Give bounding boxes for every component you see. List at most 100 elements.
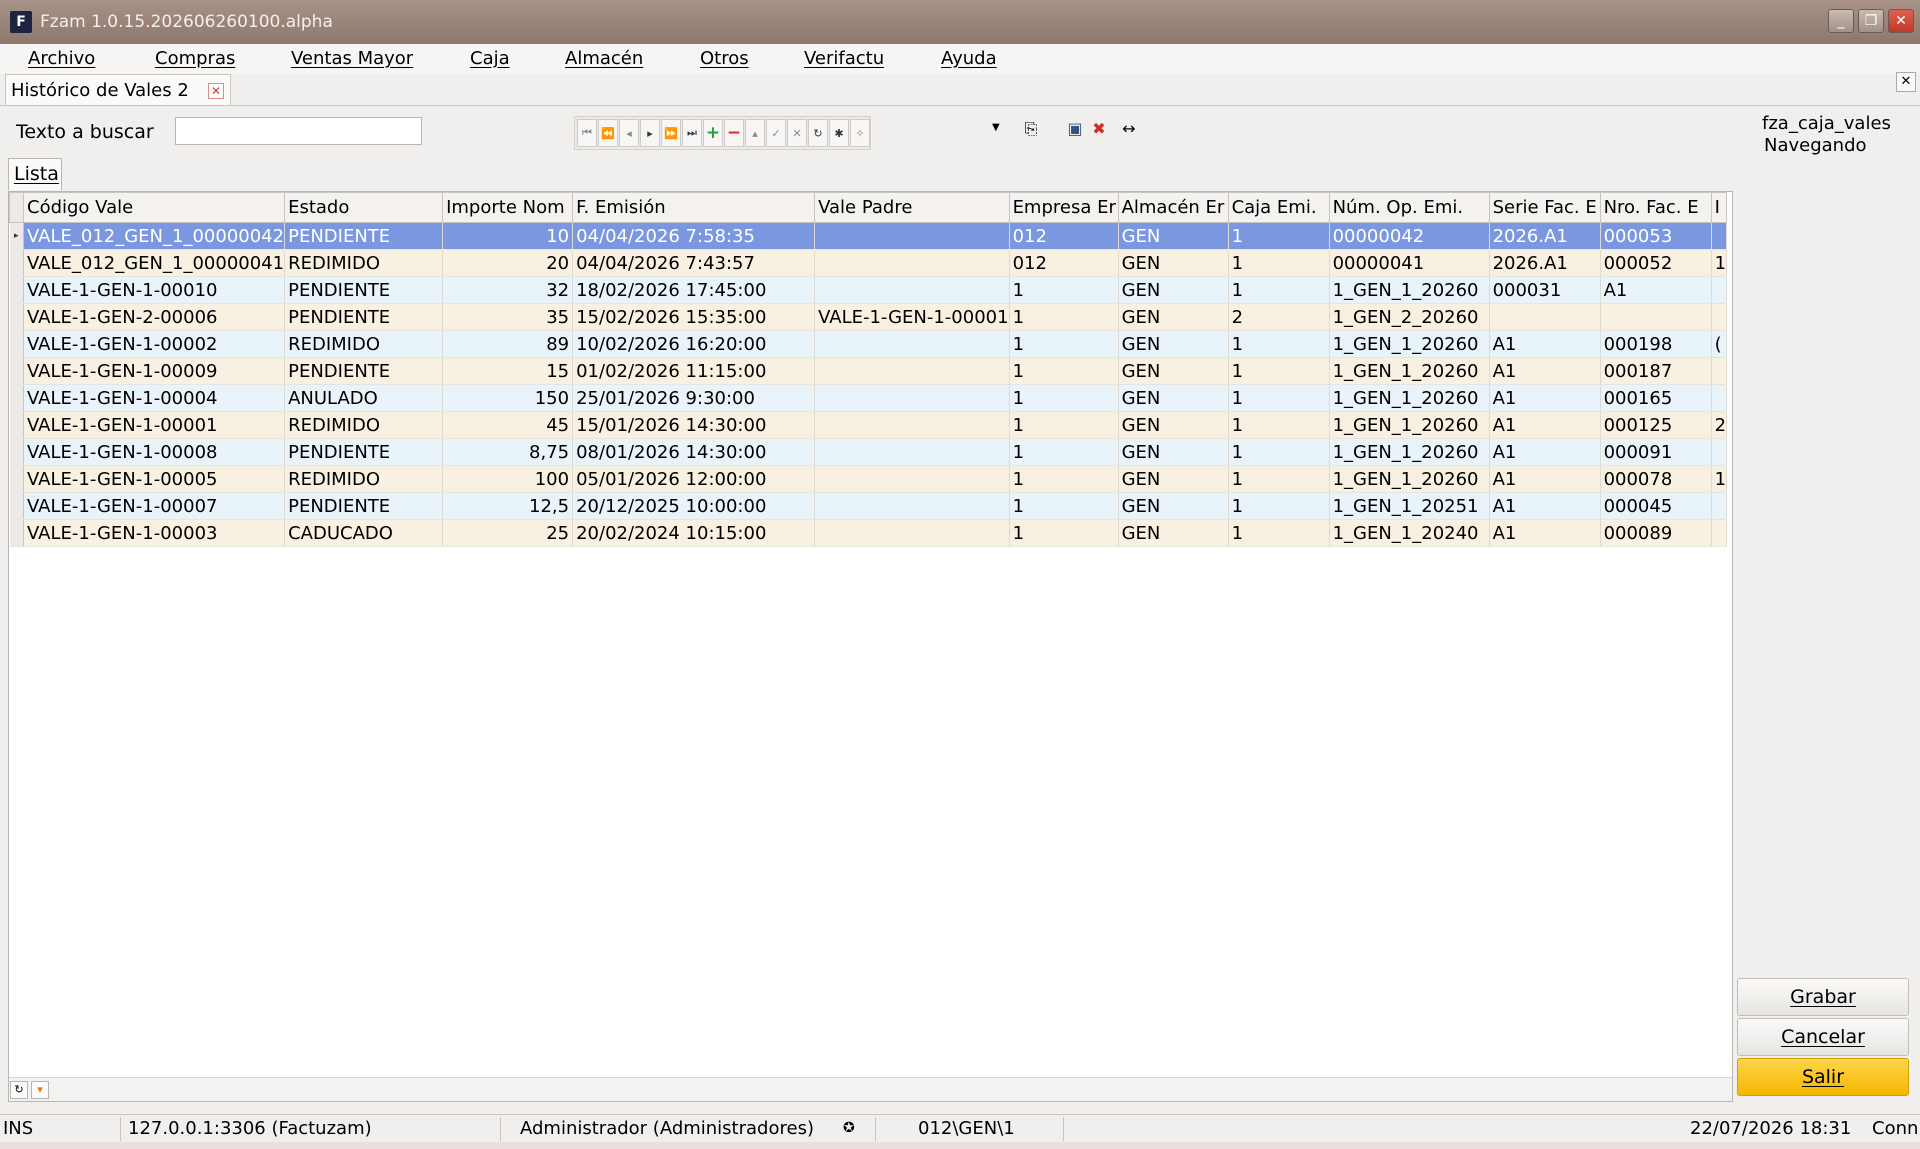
table-cell[interactable] (814, 465, 1010, 493)
table-cell[interactable]: 1_GEN_1_20260 (1329, 384, 1490, 412)
table-cell[interactable]: VALE_012_GEN_1_00000041 (23, 249, 286, 277)
table-row[interactable]: VALE-1-GEN-1-00001 REDIMIDO 45 15/01/2026 1… (9, 411, 1728, 439)
close-window-icon[interactable]: ✕ (1888, 9, 1914, 33)
table-cell[interactable]: 25/01/2026 9:30:00 (572, 384, 816, 412)
table-cell[interactable]: REDIMIDO (284, 465, 444, 493)
menu-archivo[interactable]: Archivo (28, 48, 95, 69)
table-cell[interactable]: GEN (1118, 465, 1229, 493)
table-cell[interactable] (814, 438, 1010, 466)
table-cell[interactable]: 1 (1228, 222, 1330, 250)
export-icon[interactable]: ⎘ (1020, 118, 1042, 140)
table-cell[interactable]: 1 (1228, 411, 1330, 439)
table-cell[interactable] (1711, 276, 1728, 304)
table-cell[interactable]: 1 (1009, 492, 1119, 520)
table-cell[interactable]: VALE-1-GEN-1-00001 (23, 411, 286, 439)
resize-columns-icon[interactable]: ↔ (1118, 118, 1140, 140)
table-cell[interactable]: A1 (1600, 276, 1712, 304)
table-cell[interactable]: 1 (1228, 519, 1330, 547)
table-cell[interactable]: 1 (1009, 438, 1119, 466)
table-cell[interactable]: VALE-1-GEN-1-00001 (814, 303, 1010, 331)
table-cell[interactable]: 1 (1009, 357, 1119, 385)
table-row[interactable]: ▸ VALE_012_GEN_1_00000042 PENDIENTE 10 04/04… (9, 222, 1728, 250)
table-cell[interactable]: 1 (1009, 411, 1119, 439)
restore-icon[interactable]: ❐ (1858, 9, 1884, 33)
menu-otros[interactable]: Otros (700, 48, 749, 69)
table-row[interactable]: VALE-1-GEN-1-00010 PENDIENTE 32 18/02/2026 … (9, 276, 1728, 304)
minimize-icon[interactable]: _ (1828, 9, 1854, 33)
table-cell[interactable]: A1 (1489, 519, 1601, 547)
table-cell[interactable]: 2026.A1 (1489, 222, 1601, 250)
table-cell[interactable]: REDIMIDO (284, 249, 444, 277)
table-cell[interactable]: A1 (1489, 357, 1601, 385)
table-cell[interactable]: 00000042 (1329, 222, 1490, 250)
cancel-updates-icon[interactable]: ✧ (850, 119, 870, 147)
table-cell[interactable]: 2 (1228, 303, 1330, 331)
table-row[interactable]: VALE-1-GEN-1-00009 PENDIENTE 15 01/02/2026 … (9, 357, 1728, 385)
table-cell[interactable]: 1 (1228, 384, 1330, 412)
column-header[interactable]: I (1710, 192, 1728, 223)
table-cell[interactable]: PENDIENTE (284, 492, 444, 520)
table-row[interactable]: VALE-1-GEN-1-00008 PENDIENTE 8,75 08/01/202… (9, 438, 1728, 466)
table-cell[interactable]: VALE-1-GEN-1-00005 (23, 465, 286, 493)
table-row[interactable]: VALE-1-GEN-2-00006 PENDIENTE 35 15/02/2026 … (9, 303, 1728, 331)
table-cell[interactable]: 000091 (1600, 438, 1712, 466)
table-cell[interactable] (814, 276, 1010, 304)
menu-caja[interactable]: Caja (470, 48, 510, 69)
table-cell[interactable]: 100 (442, 465, 574, 493)
exit-button[interactable]: Salir (1737, 1058, 1909, 1096)
row-indicator[interactable] (9, 384, 24, 412)
table-cell[interactable]: 1 (1228, 492, 1330, 520)
table-cell[interactable]: VALE-1-GEN-1-00004 (23, 384, 286, 412)
delete-layout-icon[interactable]: ✖ (1088, 118, 1110, 140)
table-row[interactable]: VALE-1-GEN-1-00003 CADUCADO 25 20/02/2024 1… (9, 519, 1728, 547)
table-cell[interactable]: REDIMIDO (284, 411, 444, 439)
table-cell[interactable]: 32 (442, 276, 574, 304)
row-indicator-icon[interactable]: ▸ (9, 222, 24, 250)
table-cell[interactable] (1711, 519, 1728, 547)
table-cell[interactable]: A1 (1489, 330, 1601, 358)
table-row[interactable]: VALE-1-GEN-1-00004 ANULADO 150 25/01/2026 9… (9, 384, 1728, 412)
table-cell[interactable]: 89 (442, 330, 574, 358)
table-cell[interactable] (1489, 303, 1601, 331)
table-cell[interactable] (814, 411, 1010, 439)
table-cell[interactable]: 1_GEN_1_20251 (1329, 492, 1490, 520)
table-cell[interactable]: GEN (1118, 222, 1229, 250)
table-cell[interactable]: 1 (1228, 438, 1330, 466)
column-header[interactable]: Almacén Er (1117, 192, 1229, 223)
row-indicator[interactable] (9, 357, 24, 385)
table-cell[interactable]: 2 (1711, 411, 1728, 439)
column-header[interactable]: Vale Padre (814, 192, 1010, 223)
table-cell[interactable]: A1 (1489, 465, 1601, 493)
table-cell[interactable]: 1_GEN_1_20240 (1329, 519, 1490, 547)
table-cell[interactable]: VALE-1-GEN-1-00010 (23, 276, 286, 304)
table-cell[interactable]: 1 (1228, 276, 1330, 304)
table-row[interactable]: VALE-1-GEN-1-00002 REDIMIDO 89 10/02/2026 1… (9, 330, 1728, 358)
table-cell[interactable] (1711, 384, 1728, 412)
row-indicator[interactable] (9, 438, 24, 466)
post-record-icon[interactable]: ✓ (766, 119, 786, 147)
table-cell[interactable]: 12,5 (442, 492, 574, 520)
save-layout-icon[interactable]: ▣ (1064, 118, 1086, 140)
next-page-icon[interactable]: ⏩ (661, 119, 681, 147)
insert-record-icon[interactable]: + (703, 119, 723, 147)
table-cell[interactable]: 150 (442, 384, 574, 412)
table-cell[interactable]: GEN (1118, 276, 1229, 304)
column-header[interactable]: Núm. Op. Emi. (1328, 192, 1490, 223)
table-cell[interactable] (814, 384, 1010, 412)
table-cell[interactable]: 000187 (1600, 357, 1712, 385)
table-cell[interactable]: 8,75 (442, 438, 574, 466)
table-cell[interactable]: 000089 (1600, 519, 1712, 547)
table-cell[interactable]: 20/12/2025 10:00:00 (572, 492, 816, 520)
table-cell[interactable] (814, 519, 1010, 547)
table-row[interactable]: VALE_012_GEN_1_00000041 REDIMIDO 20 04/04/2… (9, 249, 1728, 277)
table-cell[interactable]: 1_GEN_1_20260 (1329, 276, 1490, 304)
table-cell[interactable]: PENDIENTE (284, 276, 444, 304)
prior-page-icon[interactable]: ⏪ (598, 119, 618, 147)
table-cell[interactable]: 000053 (1600, 222, 1712, 250)
table-row[interactable]: VALE-1-GEN-1-00005 REDIMIDO 100 05/01/2026 … (9, 465, 1728, 493)
table-cell[interactable]: 1_GEN_1_20260 (1329, 330, 1490, 358)
table-cell[interactable]: 04/04/2026 7:43:57 (572, 249, 816, 277)
table-cell[interactable] (814, 330, 1010, 358)
table-cell[interactable]: 1_GEN_1_20260 (1329, 438, 1490, 466)
menu-almacen[interactable]: Almacén (565, 48, 643, 69)
